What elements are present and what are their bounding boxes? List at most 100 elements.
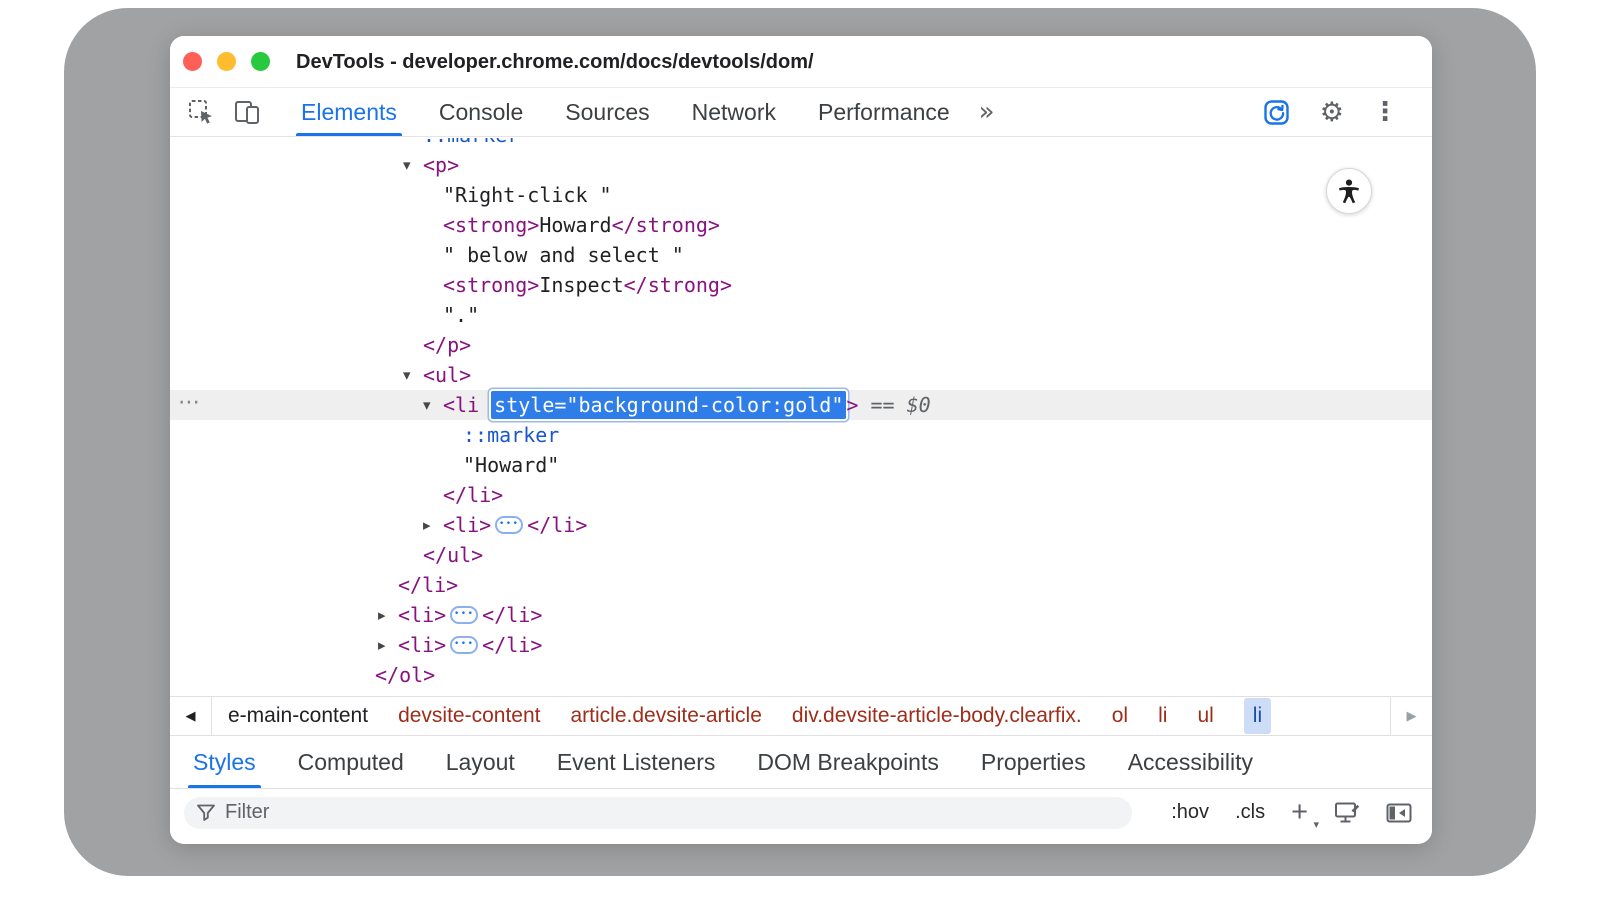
zoom-button[interactable] bbox=[251, 52, 270, 71]
dom-tree-row[interactable]: "Howard" bbox=[170, 450, 1432, 480]
collapse-arrow-icon[interactable]: ▾ bbox=[403, 360, 411, 390]
dom-tree-row[interactable]: <strong>Inspect</strong> bbox=[170, 270, 1432, 300]
breadcrumb-item[interactable]: li bbox=[1244, 698, 1271, 734]
tab-elements[interactable]: Elements bbox=[280, 88, 418, 136]
sync-icon[interactable] bbox=[1262, 97, 1292, 127]
code-segment-text: "Howard" bbox=[463, 453, 559, 477]
collapsed-content-icon[interactable]: ••• bbox=[495, 516, 523, 534]
code-segment-tag: <li> bbox=[398, 633, 446, 657]
inspect-element-icon[interactable] bbox=[186, 97, 216, 127]
dom-node-code: "Howard" bbox=[463, 450, 559, 480]
breadcrumb-scroll-left-icon[interactable]: ◀ bbox=[170, 697, 212, 735]
code-segment-tag: </li> bbox=[482, 633, 542, 657]
tab-sources[interactable]: Sources bbox=[544, 88, 670, 136]
dom-node-code: <strong>Howard</strong> bbox=[443, 210, 720, 240]
dom-node-code: "." bbox=[443, 300, 479, 330]
devtools-window: DevTools - developer.chrome.com/docs/dev… bbox=[170, 36, 1432, 844]
dom-tree-row[interactable]: " below and select " bbox=[170, 240, 1432, 270]
collapse-arrow-icon[interactable]: ▾ bbox=[403, 150, 411, 180]
dom-tree-row[interactable]: <strong>Howard</strong> bbox=[170, 210, 1432, 240]
dom-node-code: <ul> bbox=[423, 360, 471, 390]
device-toolbar-icon[interactable] bbox=[232, 97, 262, 127]
accessibility-person-icon bbox=[1335, 177, 1363, 205]
breadcrumb-scroll-right-icon[interactable]: ▶ bbox=[1390, 697, 1432, 735]
panel-tab-dom-breakpoints[interactable]: DOM Breakpoints bbox=[736, 736, 960, 788]
dom-node-code: </p> bbox=[423, 330, 471, 360]
breadcrumb-bar: ◀ e-main-content devsite-content article.d… bbox=[170, 696, 1432, 736]
code-segment-tag: <ul> bbox=[423, 363, 471, 387]
rendering-emulation-icon[interactable] bbox=[1334, 801, 1360, 825]
code-segment-tag: <li> bbox=[398, 603, 446, 627]
breadcrumb-item[interactable]: e-main-content bbox=[228, 704, 368, 728]
dom-tree-row[interactable]: ▾ <ul> bbox=[170, 360, 1432, 390]
code-segment-text: "." bbox=[443, 303, 479, 327]
row-actions-icon[interactable]: ⋯ bbox=[178, 388, 201, 418]
new-style-rule-icon[interactable]: +▾ bbox=[1291, 798, 1308, 827]
collapse-arrow-icon[interactable]: ▾ bbox=[423, 390, 431, 420]
breadcrumb: e-main-content devsite-content article.dev… bbox=[212, 697, 1390, 735]
breadcrumb-item[interactable]: ol bbox=[1112, 704, 1128, 728]
code-segment-tag: > bbox=[846, 393, 858, 417]
panel-tab-layout[interactable]: Layout bbox=[425, 736, 536, 788]
accessibility-button[interactable] bbox=[1326, 168, 1372, 214]
expand-arrow-icon[interactable]: ▸ bbox=[378, 600, 386, 630]
breadcrumb-item[interactable]: devsite-content bbox=[398, 704, 540, 728]
dom-tree-row[interactable]: ▸ <li>•••</li> bbox=[170, 630, 1432, 660]
kebab-menu-icon[interactable]: ⋮ bbox=[1372, 99, 1398, 125]
dom-tree-row[interactable]: </li> bbox=[170, 480, 1432, 510]
breadcrumb-item[interactable]: div.devsite-article-body.clearfix. bbox=[792, 704, 1082, 728]
dom-node-code: <li style="background-color:gold"> == $0 bbox=[443, 390, 931, 420]
close-button[interactable] bbox=[183, 52, 202, 71]
code-segment-tag: <li> bbox=[443, 513, 491, 537]
dom-tree-row[interactable]: ▸<li>•••</li> bbox=[170, 600, 1432, 630]
expand-arrow-icon[interactable]: ▸ bbox=[378, 630, 386, 660]
dom-tree-row[interactable]: </p> bbox=[170, 330, 1432, 360]
breadcrumb-item[interactable]: li bbox=[1158, 704, 1167, 728]
panel-tab-styles[interactable]: Styles bbox=[172, 736, 277, 788]
titlebar: DevTools - developer.chrome.com/docs/dev… bbox=[170, 36, 1432, 88]
collapsed-content-icon[interactable]: ••• bbox=[450, 606, 478, 624]
toggle-element-state-button[interactable]: :hov bbox=[1171, 801, 1209, 824]
panel-tab-computed[interactable]: Computed bbox=[277, 736, 425, 788]
dom-tree-row-selected[interactable]: ⋯ ▾ <li style="background-color:gold"> == … bbox=[170, 390, 1432, 420]
filter-field[interactable] bbox=[184, 797, 1132, 829]
dom-tree-row[interactable]: ▾ <p> bbox=[170, 150, 1432, 180]
dom-node-code: <li>•••</li> bbox=[443, 510, 587, 540]
tab-performance[interactable]: Performance bbox=[797, 88, 971, 136]
styles-pane-controls: :hov .cls +▾ bbox=[1171, 798, 1412, 827]
dom-tree-row[interactable]: "." bbox=[170, 300, 1432, 330]
collapsed-content-icon[interactable]: ••• bbox=[450, 636, 478, 654]
code-segment-tag: <p> bbox=[423, 153, 459, 177]
breadcrumb-item[interactable]: ul bbox=[1197, 704, 1213, 728]
dom-tree-row[interactable]: ▸ <li>•••</li> bbox=[170, 510, 1432, 540]
code-segment-tag: <strong> bbox=[443, 273, 539, 297]
code-segment-tag: <strong> bbox=[443, 213, 539, 237]
panel-tab-accessibility[interactable]: Accessibility bbox=[1107, 736, 1274, 788]
dom-node-code: </li> bbox=[398, 570, 458, 600]
code-segment-text: "Right-click " bbox=[443, 183, 612, 207]
code-segment-tag: </li> bbox=[527, 513, 587, 537]
code-segment-text: " below and select " bbox=[443, 243, 684, 267]
tab-network[interactable]: Network bbox=[671, 88, 797, 136]
code-segment-tag: </ul> bbox=[423, 543, 483, 567]
minimize-button[interactable] bbox=[217, 52, 236, 71]
dom-tree-row[interactable]: </ol> bbox=[170, 660, 1432, 690]
dom-tree-row[interactable]: </ul> bbox=[170, 540, 1432, 570]
dom-tree-row[interactable]: ::marker bbox=[170, 420, 1432, 450]
panel-tab-event-listeners[interactable]: Event Listeners bbox=[536, 736, 737, 788]
element-classes-button[interactable]: .cls bbox=[1235, 801, 1265, 824]
filter-input[interactable] bbox=[225, 801, 1120, 824]
dom-tree-row[interactable]: ::marker bbox=[170, 138, 1432, 150]
dom-node-code: " below and select " bbox=[443, 240, 684, 270]
window-title: DevTools - developer.chrome.com/docs/dev… bbox=[296, 36, 814, 88]
tab-console[interactable]: Console bbox=[418, 88, 544, 136]
breadcrumb-item[interactable]: article.devsite-article bbox=[571, 704, 762, 728]
expand-arrow-icon[interactable]: ▸ bbox=[423, 510, 431, 540]
dom-tree-row[interactable]: "Right-click " bbox=[170, 180, 1432, 210]
dom-tree-row[interactable]: </li> bbox=[170, 570, 1432, 600]
panel-tab-properties[interactable]: Properties bbox=[960, 736, 1107, 788]
main-tabs: ElementsConsoleSourcesNetworkPerformance bbox=[280, 88, 971, 136]
show-sidebar-icon[interactable] bbox=[1386, 803, 1412, 823]
more-tabs-icon[interactable]: » bbox=[979, 99, 995, 125]
settings-gear-icon[interactable]: ⚙ bbox=[1320, 99, 1344, 126]
